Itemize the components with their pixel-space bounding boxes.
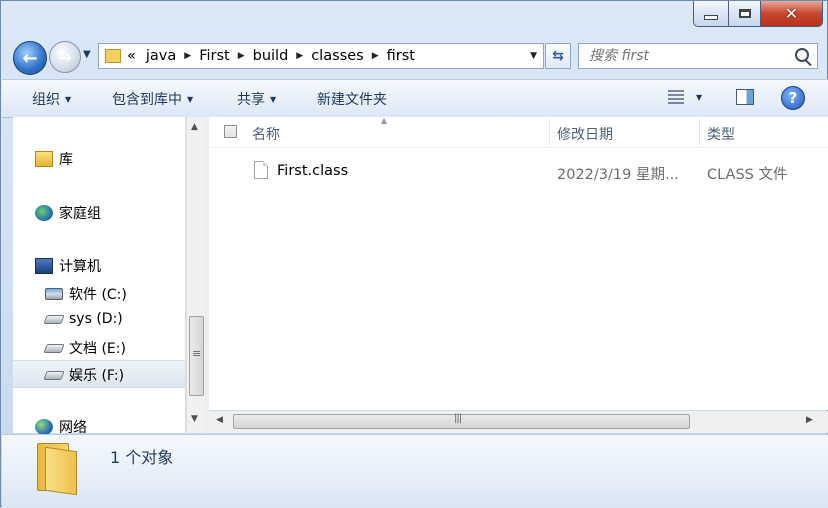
new-folder-button[interactable]: 新建文件夹 — [317, 89, 387, 109]
maximize-icon — [738, 9, 751, 18]
address-dropdown-icon[interactable]: ▼ — [530, 51, 537, 61]
search-input[interactable] — [587, 47, 791, 65]
file-date: 2022/3/19 星期... — [557, 167, 679, 183]
homegroup-icon — [35, 205, 53, 221]
view-options-button[interactable]: ▼ — [668, 90, 702, 104]
share-menu[interactable]: 共享 ▼ — [237, 89, 276, 109]
search-icon[interactable] — [795, 48, 809, 62]
scrollbar-thumb[interactable] — [233, 413, 690, 429]
network-icon — [35, 419, 53, 435]
chevron-down-icon: ▼ — [696, 92, 703, 102]
share-label: 共享 — [237, 92, 265, 108]
breadcrumb-item-build[interactable]: build — [253, 48, 289, 64]
arrow-left-icon: ← — [22, 47, 38, 69]
chevron-down-icon: ▼ — [65, 94, 72, 104]
breadcrumb-item-classes[interactable]: classes — [311, 48, 363, 64]
details-pane: 1 个对象 — [2, 434, 828, 508]
folder-icon — [105, 49, 121, 63]
close-icon: ✕ — [784, 4, 799, 23]
scroll-down-icon[interactable]: ▼ — [191, 414, 198, 424]
search-box[interactable] — [578, 43, 818, 69]
chevron-down-icon: ▼ — [187, 94, 194, 104]
sidebar-item-label: 库 — [59, 152, 73, 168]
select-all-checkbox[interactable] — [224, 125, 237, 138]
sidebar-item-label: 计算机 — [59, 259, 101, 275]
library-icon — [35, 151, 53, 167]
include-library-label: 包含到库中 — [112, 92, 182, 108]
file-type: CLASS 文件 — [707, 167, 788, 183]
file-icon — [254, 161, 268, 179]
maximize-button[interactable] — [728, 1, 761, 27]
file-list: ▲ 名称 修改日期 类型 First.class 2022/3/19 星期...… — [209, 116, 828, 410]
breadcrumb-item-java[interactable]: java — [146, 48, 176, 64]
column-header-name[interactable]: 名称 — [252, 124, 280, 144]
forward-button[interactable]: → — [49, 41, 81, 73]
file-list-scrollbar[interactable]: ◀ ▶ — [209, 411, 828, 433]
explorer-window: ✕ ← → ▼ « java ▶ First ▶ build ▶ classes… — [0, 0, 828, 508]
folder-icon — [37, 443, 77, 496]
column-header-date[interactable]: 修改日期 — [557, 124, 613, 144]
breadcrumb: « java ▶ First ▶ build ▶ classes ▶ first — [127, 48, 415, 64]
sidebar-item-drive-c[interactable]: 软件 (C:) — [45, 284, 127, 304]
sidebar-item-label: 软件 (C:) — [69, 287, 127, 303]
scroll-up-icon[interactable]: ▲ — [191, 122, 198, 132]
sidebar-item-label: 家庭组 — [59, 206, 101, 222]
sidebar-item-drive-f[interactable]: 娱乐 (F:) — [43, 365, 125, 385]
item-count-status: 1 个对象 — [110, 448, 174, 467]
breadcrumb-item-first[interactable]: first — [387, 48, 415, 64]
command-bar: 组织 ▼ 包含到库中 ▼ 共享 ▼ 新建文件夹 ▼ ? — [2, 79, 828, 118]
chevron-down-icon: ▼ — [270, 94, 277, 104]
sidebar-item-library[interactable]: 库 — [35, 149, 73, 169]
arrow-right-icon: → — [58, 47, 72, 67]
minimize-button[interactable] — [693, 1, 729, 27]
sidebar-item-drive-e[interactable]: 文档 (E:) — [43, 338, 126, 358]
table-row[interactable]: First.class 2022/3/19 星期... CLASS 文件 — [209, 159, 828, 183]
address-bar[interactable]: « java ▶ First ▶ build ▶ classes ▶ first… — [98, 43, 544, 69]
organize-label: 组织 — [32, 92, 60, 108]
sidebar-item-label: 文档 (E:) — [69, 341, 126, 357]
column-header-row: ▲ 名称 修改日期 类型 — [209, 116, 828, 148]
drive-icon — [43, 370, 65, 380]
breadcrumb-item-first-project[interactable]: First — [199, 48, 230, 64]
drive-icon — [43, 343, 65, 353]
breadcrumb-separator-icon[interactable]: ▶ — [296, 51, 303, 61]
sidebar-item-label: sys (D:) — [69, 311, 123, 327]
drive-icon — [43, 314, 65, 324]
breadcrumb-separator-icon[interactable]: ▶ — [372, 51, 379, 61]
help-icon: ? — [788, 89, 798, 107]
organize-menu[interactable]: 组织 ▼ — [32, 89, 71, 109]
preview-pane-button[interactable] — [736, 89, 754, 105]
sort-ascending-icon: ▲ — [381, 116, 388, 125]
scroll-left-icon[interactable]: ◀ — [216, 415, 223, 425]
details-view-icon — [668, 90, 684, 104]
column-header-type[interactable]: 类型 — [707, 124, 735, 144]
computer-icon — [35, 258, 53, 274]
minimize-icon — [704, 15, 718, 20]
breadcrumb-separator-icon[interactable]: ▶ — [184, 51, 191, 61]
breadcrumb-separator-icon[interactable]: ▶ — [238, 51, 245, 61]
refresh-button[interactable]: ⇆ — [545, 43, 571, 69]
column-divider[interactable] — [549, 119, 550, 145]
breadcrumb-overflow[interactable]: « — [127, 48, 136, 64]
navigation-pane: 库 家庭组 计算机 软件 (C:) sys (D:) 文档 (E:) 娱乐 (F… — [13, 117, 185, 436]
sidebar-item-computer[interactable]: 计算机 — [35, 256, 101, 276]
sidebar-item-homegroup[interactable]: 家庭组 — [35, 203, 101, 223]
system-drive-icon — [45, 288, 63, 300]
scrollbar-thumb[interactable] — [189, 316, 204, 396]
sidebar-item-drive-d[interactable]: sys (D:) — [43, 311, 123, 327]
close-button[interactable]: ✕ — [760, 1, 823, 27]
navigation-scrollbar[interactable]: ▲ ▼ — [186, 117, 206, 433]
scroll-right-icon[interactable]: ▶ — [806, 415, 813, 425]
sidebar-item-label: 娱乐 (F:) — [69, 368, 125, 384]
file-name: First.class — [277, 163, 349, 179]
column-divider[interactable] — [699, 119, 700, 145]
recent-pages-dropdown[interactable]: ▼ — [83, 49, 91, 60]
new-folder-label: 新建文件夹 — [317, 92, 387, 108]
back-button[interactable]: ← — [13, 41, 47, 75]
refresh-icon: ⇆ — [552, 48, 564, 64]
include-library-menu[interactable]: 包含到库中 ▼ — [112, 89, 193, 109]
help-button[interactable]: ? — [781, 86, 805, 110]
